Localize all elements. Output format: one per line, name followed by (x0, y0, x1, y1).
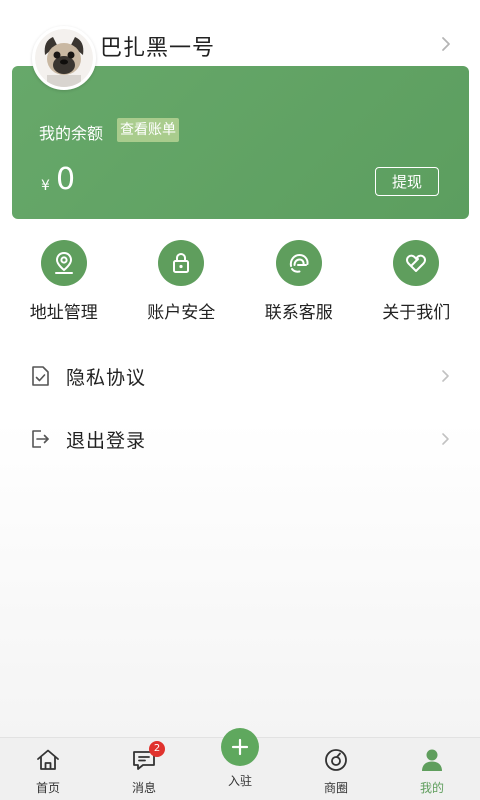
username: 巴扎黑一号 (100, 36, 216, 61)
nav-join-label: 入驻 (227, 774, 252, 788)
chevron-right-icon (442, 370, 449, 382)
user-icon (422, 749, 442, 771)
nav-label: 首页 (35, 781, 60, 795)
withdraw-button[interactable]: 提现 (375, 167, 439, 196)
document-check-icon (32, 366, 49, 386)
currency-symbol: ¥ (41, 178, 50, 194)
quick-action-label: 账户安全 (147, 303, 216, 323)
quick-action-label: 联系客服 (264, 303, 333, 323)
profile-page: 巴扎黑一号 我的余额 查看账单 ¥ 0 提现 地址管理 账户安全 联系客服 关于… (0, 0, 480, 800)
home-icon (37, 749, 59, 770)
nav-business-circle[interactable]: 商圈 (288, 738, 384, 800)
nav-home[interactable]: 首页 (0, 738, 96, 800)
nav-label: 商圈 (323, 781, 348, 795)
quick-action-label: 地址管理 (29, 303, 98, 323)
quick-actions: 地址管理 账户安全 联系客服 关于我们 (0, 240, 480, 330)
compass-icon (325, 749, 347, 771)
account-security-button[interactable]: 账户安全 (123, 240, 241, 330)
chevron-right-icon (442, 37, 450, 51)
plus-icon (231, 738, 249, 756)
contact-support-button[interactable]: 联系客服 (240, 240, 358, 330)
about-us-button[interactable]: 关于我们 (358, 240, 476, 330)
chevron-right-icon (442, 433, 449, 445)
nav-label: 消息 (131, 781, 156, 795)
balance-card: 我的余额 查看账单 ¥ 0 提现 (12, 66, 469, 219)
view-bill-link[interactable]: 查看账单 (117, 118, 179, 142)
nav-messages[interactable]: 2 消息 (96, 738, 192, 800)
avatar[interactable] (32, 26, 96, 90)
menu-label: 隐私协议 (66, 366, 147, 389)
quick-action-label: 关于我们 (382, 303, 451, 323)
unread-badge: 2 (149, 741, 165, 757)
nav-mine[interactable]: 我的 (384, 738, 480, 800)
logout-icon (32, 430, 49, 448)
balance-label: 我的余额 (39, 124, 104, 143)
location-icon (40, 240, 87, 286)
privacy-policy-row[interactable]: 隐私协议 (30, 356, 452, 396)
heart-icon (393, 240, 440, 286)
nav-join-button[interactable] (221, 728, 259, 766)
customer-service-icon (275, 240, 322, 286)
address-management-button[interactable]: 地址管理 (5, 240, 123, 330)
logout-row[interactable]: 退出登录 (30, 419, 452, 459)
lock-icon (158, 240, 205, 286)
menu-label: 退出登录 (66, 429, 147, 452)
nav-label: 我的 (419, 781, 444, 795)
balance-amount: 0 (56, 162, 76, 197)
message-icon: 2 (131, 741, 165, 773)
